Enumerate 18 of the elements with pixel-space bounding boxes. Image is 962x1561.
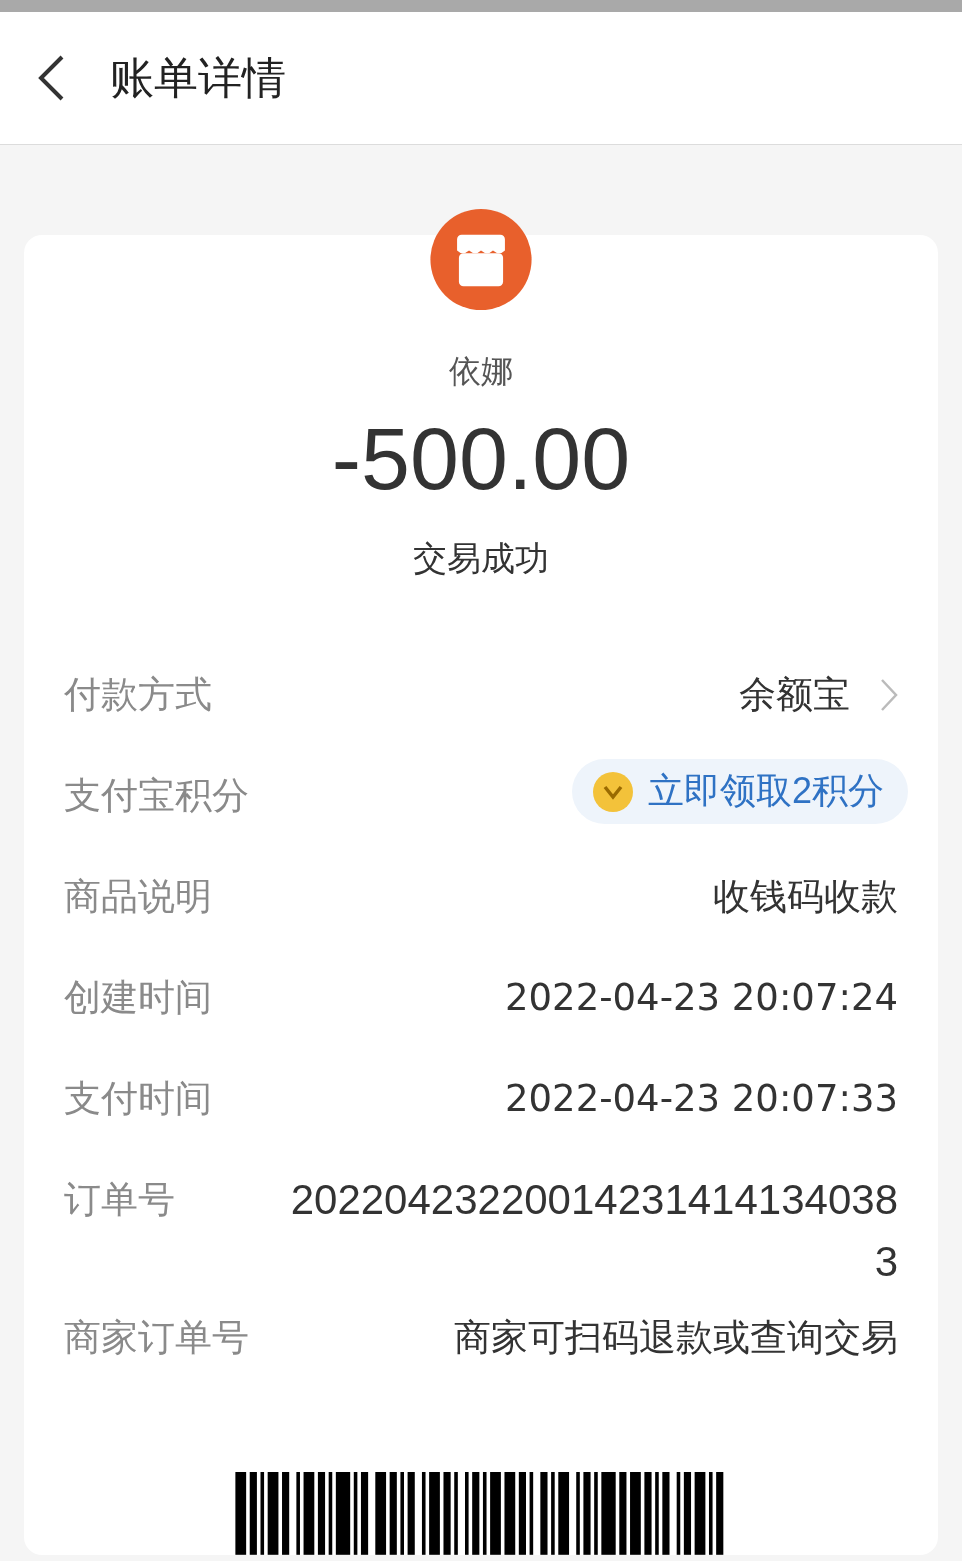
row-value: 收钱码收款 <box>713 874 898 921</box>
transaction-status: 交易成功 <box>413 537 549 581</box>
row-value: 商家可扫码退款或查询交易 <box>454 1315 898 1362</box>
row-label: 商家订单号 <box>64 1315 249 1362</box>
amount: -500.00 <box>331 408 631 511</box>
row-label: 付款方式 <box>64 672 212 719</box>
row-value: 2022-04-23 20:07:33 <box>505 1076 898 1123</box>
row-value: 202204232200142314141340383 <box>289 1175 898 1288</box>
row-label: 创建时间 <box>64 975 212 1022</box>
row-value: 2022-04-23 20:07:24 <box>505 975 898 1022</box>
row-label: 支付时间 <box>64 1076 212 1123</box>
claim-points-button[interactable]: 立即领取2积分 <box>571 759 908 825</box>
row-label: 商品说明 <box>64 874 212 921</box>
row-value: 余额宝 <box>739 672 850 719</box>
page-title: 账单详情 <box>110 50 286 105</box>
row-label: 支付宝积分 <box>64 773 249 820</box>
row-label: 订单号 <box>64 1177 175 1224</box>
merchant-name: 依娜 <box>449 351 513 393</box>
